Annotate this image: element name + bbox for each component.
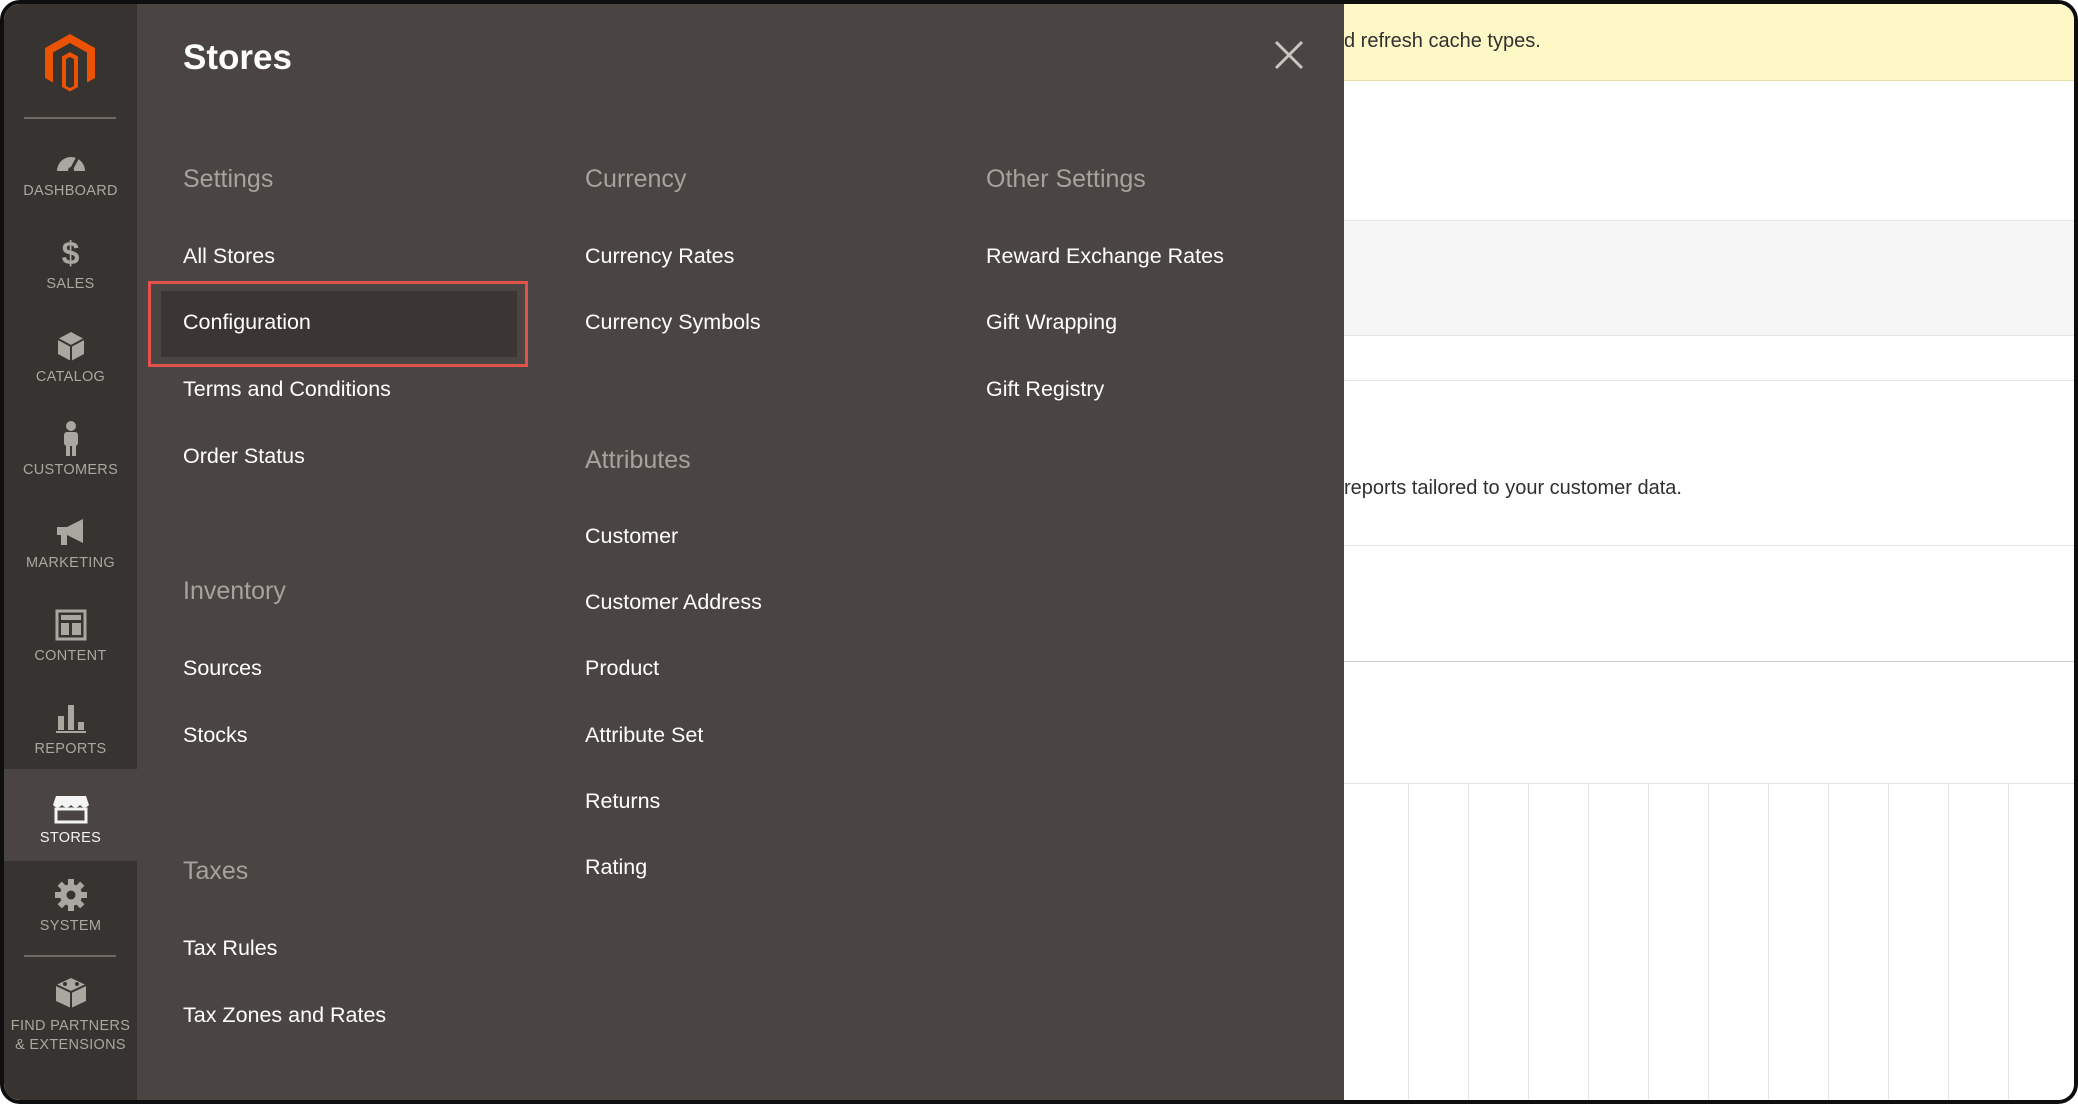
nav-customers[interactable]: CUSTOMERS	[4, 407, 137, 499]
bar-chart-icon	[51, 698, 91, 738]
logo-divider	[24, 117, 116, 119]
link-gift-registry[interactable]: Gift Registry	[986, 377, 1104, 402]
app-window: d refresh cache types. reports tailored …	[0, 0, 2078, 1104]
nav-system[interactable]: SYSTEM	[4, 863, 137, 955]
nav-label: CATALOG	[35, 369, 106, 385]
layout-icon	[51, 605, 91, 645]
section-title-taxes: Taxes	[183, 857, 249, 885]
nav-divider	[24, 955, 116, 957]
nav-reports[interactable]: REPORTS	[4, 686, 137, 778]
system-message-bar: d refresh cache types.	[1344, 4, 2074, 81]
link-customer[interactable]: Customer	[585, 524, 678, 549]
nav-find-partners[interactable]: FIND PARTNERS & EXTENSIONS	[4, 961, 137, 1071]
flyout-title: Stores	[183, 38, 292, 77]
link-attribute-set[interactable]: Attribute Set	[585, 723, 703, 748]
nav-dashboard[interactable]: DASHBOARD	[4, 128, 137, 220]
admin-sidebar: DASHBOARD $ SALES CATALOG CUSTOMERS MARK…	[4, 4, 137, 1100]
section-title-other-settings: Other Settings	[986, 165, 1146, 193]
link-tax-zones-and-rates[interactable]: Tax Zones and Rates	[183, 1003, 386, 1028]
nav-stores[interactable]: STORES	[4, 769, 137, 861]
nav-catalog[interactable]: CATALOG	[4, 314, 137, 406]
dashboard-message-text: reports tailored to your customer data.	[1344, 477, 1682, 499]
blocks-icon	[51, 973, 91, 1013]
configuration-highlight-box	[148, 281, 528, 367]
system-message-text: d refresh cache types.	[1344, 30, 1541, 52]
link-terms-and-conditions[interactable]: Terms and Conditions	[183, 377, 391, 402]
link-currency-symbols[interactable]: Currency Symbols	[585, 310, 761, 335]
link-all-stores[interactable]: All Stores	[183, 244, 275, 269]
link-sources[interactable]: Sources	[183, 656, 262, 681]
stores-flyout-menu: Stores Settings All Stores Configuration…	[137, 4, 1344, 1100]
person-icon	[51, 419, 91, 459]
nav-content[interactable]: CONTENT	[4, 593, 137, 685]
nav-label: SALES	[46, 276, 95, 292]
link-stocks[interactable]: Stocks	[183, 723, 248, 748]
store-icon	[51, 789, 91, 829]
section-title-settings: Settings	[183, 165, 274, 193]
box-icon	[51, 326, 91, 366]
nav-label: MARKETING	[26, 555, 115, 571]
nav-label: CONTENT	[34, 648, 107, 664]
nav-label: REPORTS	[34, 741, 107, 757]
link-tax-rules[interactable]: Tax Rules	[183, 936, 277, 961]
nav-label: CUSTOMERS	[22, 462, 119, 478]
nav-label: SYSTEM	[39, 918, 102, 934]
link-rating[interactable]: Rating	[585, 855, 647, 880]
magento-logo-icon[interactable]	[40, 32, 100, 92]
link-product[interactable]: Product	[585, 656, 659, 681]
link-currency-rates[interactable]: Currency Rates	[585, 244, 734, 269]
page-content: d refresh cache types. reports tailored …	[1344, 4, 2074, 1100]
dollar-icon: $	[61, 234, 80, 271]
link-returns[interactable]: Returns	[585, 789, 660, 814]
megaphone-icon	[51, 512, 91, 552]
nav-label: STORES	[39, 830, 102, 846]
section-title-inventory: Inventory	[183, 577, 286, 605]
page-header-band	[1344, 220, 2074, 336]
close-icon[interactable]	[1270, 36, 1308, 74]
link-customer-address[interactable]: Customer Address	[585, 590, 762, 615]
section-title-attributes: Attributes	[585, 446, 691, 474]
nav-sales[interactable]: $ SALES	[4, 221, 137, 313]
link-gift-wrapping[interactable]: Gift Wrapping	[986, 310, 1117, 335]
nav-marketing[interactable]: MARKETING	[4, 500, 137, 592]
link-order-status[interactable]: Order Status	[183, 444, 305, 469]
link-reward-exchange-rates[interactable]: Reward Exchange Rates	[986, 244, 1224, 269]
nav-label: DASHBOARD	[23, 183, 118, 199]
dashboard-icon	[51, 140, 91, 180]
gear-icon	[51, 875, 91, 915]
section-title-currency: Currency	[585, 165, 687, 193]
nav-label: FIND PARTNERS & EXTENSIONS	[10, 1018, 131, 1053]
